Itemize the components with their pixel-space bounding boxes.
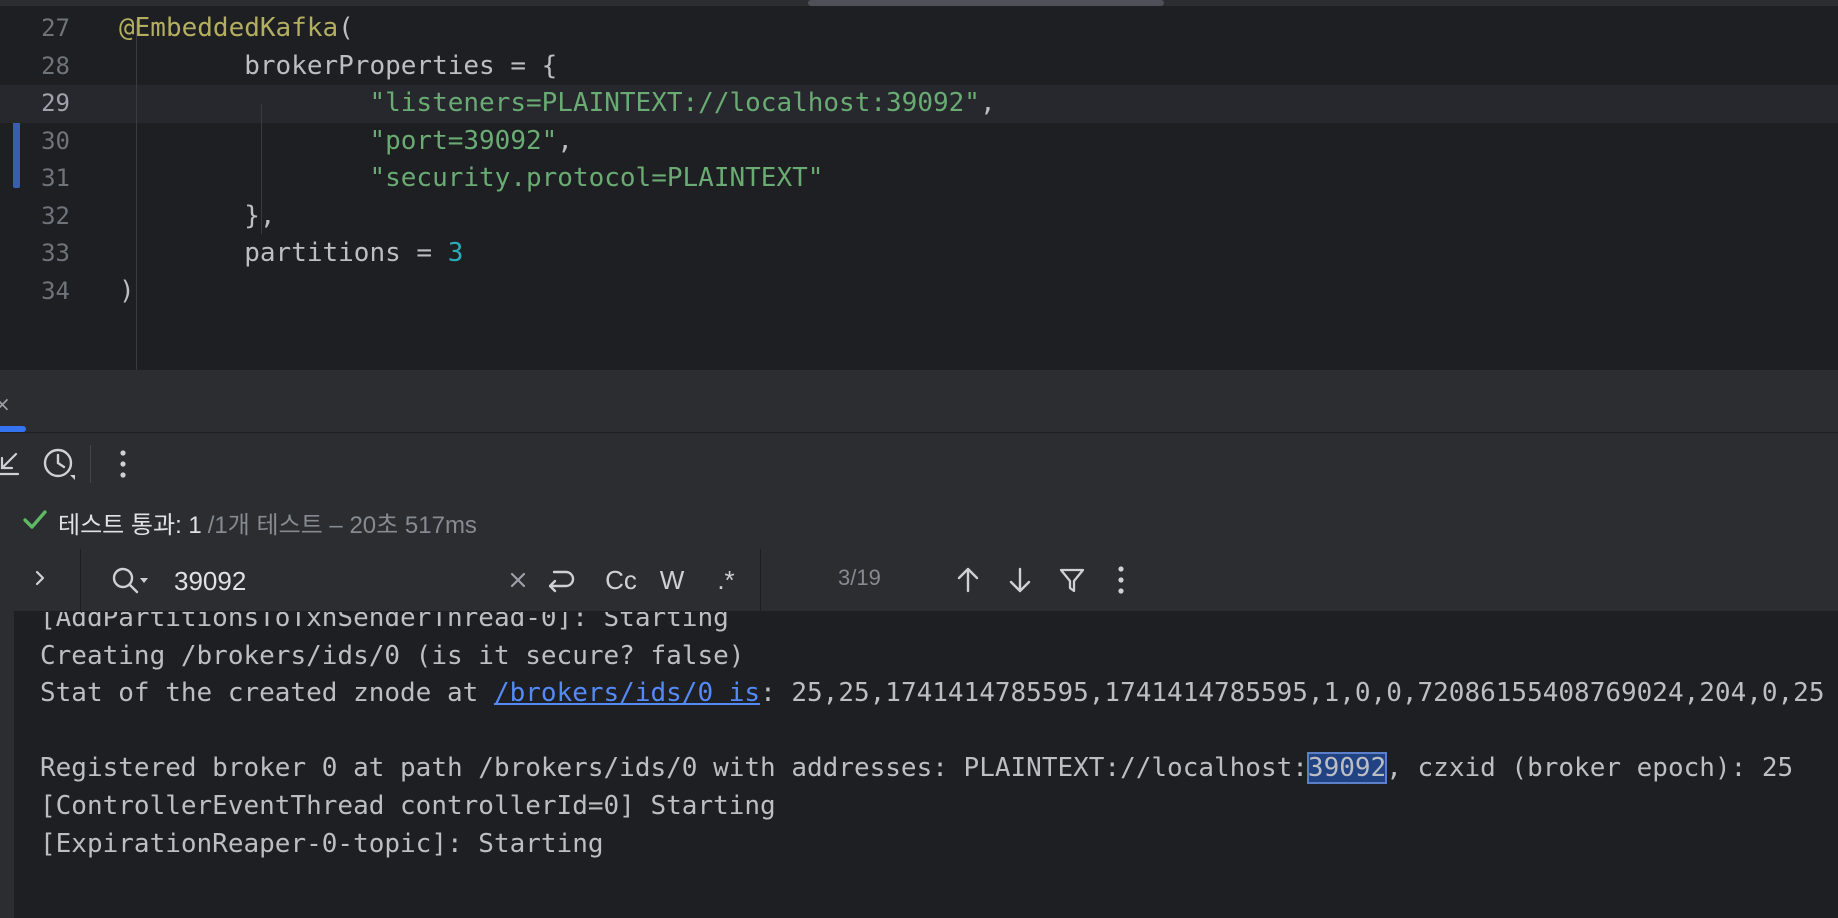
annotation-token: @EmbeddedKafka	[119, 13, 339, 43]
code-line[interactable]: 27 @EmbeddedKafka(	[0, 10, 1838, 48]
console-output[interactable]: [AddPartitionsToTxnSenderThread-0]: Star…	[14, 612, 1838, 918]
console-line: [AddPartitionsToTxnSenderThread-0]: Star…	[40, 612, 729, 633]
string-token: "listeners=PLAINTEXT://localhost:39092"	[369, 88, 980, 118]
code-token: brokerProperties = {	[244, 50, 558, 81]
test-result-summary: 테스트 통과: 1 /1개 테스트 – 20초 517ms	[14, 495, 1838, 549]
code-text: )	[119, 273, 135, 311]
code-text: brokerProperties = {	[119, 48, 557, 86]
line-number[interactable]: 28	[0, 48, 70, 86]
indent-guide	[261, 104, 262, 234]
code-editor[interactable]: 27 @EmbeddedKafka(28 brokerProperties = {…	[0, 0, 1838, 370]
filter-icon[interactable]	[1054, 561, 1090, 599]
code-text: },	[119, 198, 276, 236]
search-match-highlight: 39092	[1306, 752, 1388, 785]
chevron-right-icon[interactable]	[28, 565, 52, 595]
line-number[interactable]: 34	[0, 273, 70, 311]
code-text: @EmbeddedKafka(	[119, 10, 354, 48]
regex-button[interactable]: .*	[704, 561, 748, 599]
code-token: (	[338, 13, 354, 43]
code-line[interactable]: 29 "listeners=PLAINTEXT://localhost:3909…	[0, 85, 1838, 123]
line-number[interactable]: 27	[0, 10, 70, 48]
search-history-icon[interactable]	[110, 561, 150, 599]
arrow-down-icon[interactable]	[1002, 561, 1038, 599]
code-line[interactable]: 34)	[0, 273, 1838, 311]
line-number[interactable]: 33	[0, 235, 70, 273]
code-token: )	[119, 275, 135, 306]
code-line[interactable]: 33 partitions = 3	[0, 235, 1838, 273]
code-line[interactable]: 28 brokerProperties = {	[0, 48, 1838, 86]
string-token: "port=39092"	[369, 125, 558, 156]
code-line[interactable]: 32 },	[0, 198, 1838, 236]
divider	[80, 549, 81, 611]
code-text: "listeners=PLAINTEXT://localhost:39092",	[119, 85, 996, 123]
indent-guide	[136, 20, 137, 370]
line-number[interactable]: 29	[0, 85, 70, 123]
console-path-link[interactable]: /brokers/ids/0 is	[494, 678, 760, 708]
clear-search-icon[interactable]	[500, 561, 536, 599]
line-number[interactable]: 31	[0, 160, 70, 198]
console-line: Stat of the created znode at /brokers/id…	[40, 678, 1825, 709]
code-line[interactable]: 30 "port=39092",	[0, 123, 1838, 161]
run-tool-window: × 테스트 통과: 1 /1개 테스트 – 20초 517ms 39092 Cc…	[0, 370, 1838, 918]
code-line[interactable]: 31 "security.protocol=PLAINTEXT"	[0, 160, 1838, 198]
code-token: ,	[557, 125, 573, 156]
console-line: Registered broker 0 at path /brokers/ids…	[40, 752, 1794, 785]
whole-words-button[interactable]: W	[652, 561, 692, 599]
console-line: [ControllerEventThread controllerId=0] S…	[40, 791, 776, 821]
horizontal-scrollbar[interactable]	[808, 0, 1164, 6]
divider	[760, 549, 761, 611]
test-status-main: 테스트 통과: 1	[58, 511, 202, 539]
test-status-detail: /1개 테스트 – 20초 517ms	[207, 511, 477, 539]
history-icon[interactable]	[42, 445, 78, 483]
close-icon[interactable]: ×	[0, 392, 11, 416]
code-text: partitions = 3	[119, 235, 463, 273]
check-icon	[22, 508, 48, 537]
collapse-icon[interactable]	[0, 447, 22, 479]
more-options-icon[interactable]	[1108, 561, 1134, 599]
console-search-bar: Cc W .* 3/19	[14, 549, 1838, 612]
toolbar-divider	[90, 445, 91, 483]
console-line: Creating /brokers/ids/0 (is it secure? f…	[40, 640, 745, 671]
search-input[interactable]	[172, 559, 506, 603]
console-line: [ExpirationReaper-0-topic]: Starting	[40, 828, 604, 859]
code-token: },	[244, 200, 276, 231]
line-number[interactable]: 30	[0, 123, 70, 161]
arrow-up-icon[interactable]	[950, 561, 986, 599]
newline-toggle-icon[interactable]	[540, 561, 580, 599]
run-toolbar	[0, 433, 1838, 495]
match-case-button[interactable]: Cc	[594, 561, 648, 599]
string-token: "security.protocol=PLAINTEXT"	[369, 163, 824, 193]
more-options-icon[interactable]	[110, 445, 136, 483]
line-number[interactable]: 32	[0, 198, 70, 236]
number-token: 3	[447, 238, 464, 268]
run-tab-bar: ×	[0, 370, 1838, 432]
code-token: partitions =	[244, 238, 448, 268]
match-count: 3/19	[838, 565, 881, 590]
code-text: "security.protocol=PLAINTEXT"	[119, 160, 823, 198]
code-text: "port=39092",	[119, 123, 573, 161]
code-token: ,	[979, 88, 996, 118]
